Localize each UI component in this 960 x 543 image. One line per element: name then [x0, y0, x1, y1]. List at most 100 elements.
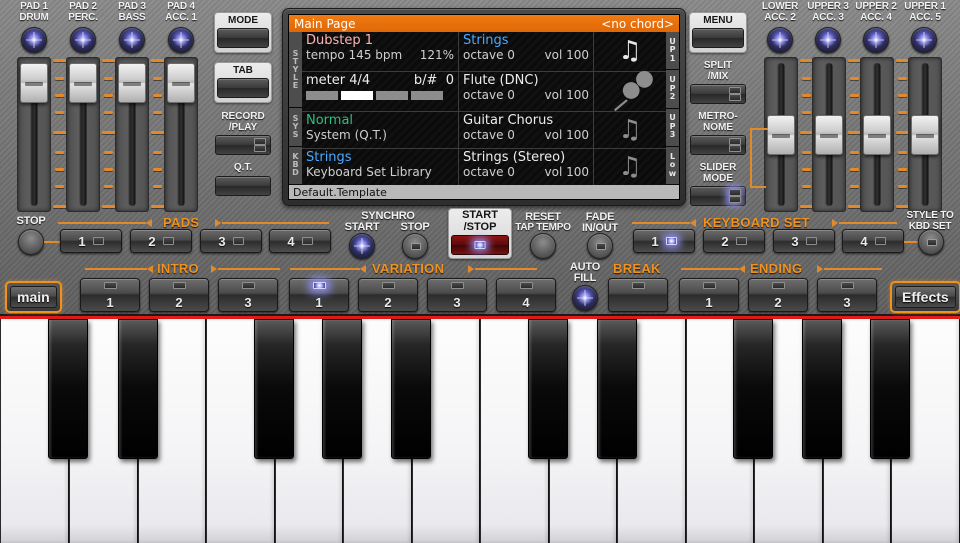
meter-cell[interactable]: meter 4/4 b/# 0	[302, 72, 459, 111]
style-cell[interactable]: Dubstep 1 tempo 145 bpm 121%	[302, 32, 459, 71]
menu-button[interactable]: MENU	[689, 12, 747, 53]
effects-button[interactable]: Effects	[890, 281, 960, 313]
black-key[interactable]	[528, 319, 568, 459]
ending-button-2[interactable]: 2	[748, 278, 808, 312]
start-stop-button[interactable]: START /STOP	[448, 208, 512, 259]
fade-in-out-knob[interactable]	[587, 233, 613, 259]
intro-1-led	[104, 282, 117, 289]
pad3-knob[interactable]	[119, 27, 145, 53]
pad1-knob[interactable]	[21, 27, 47, 53]
slider-pad4[interactable]	[164, 57, 198, 212]
rail-kbd: KBD	[289, 147, 302, 186]
slider-upper2-acc4[interactable]	[860, 57, 894, 212]
black-key[interactable]	[48, 319, 88, 459]
pad2-knob[interactable]	[70, 27, 96, 53]
black-key[interactable]	[802, 319, 842, 459]
black-key[interactable]	[322, 319, 362, 459]
variation-button-3[interactable]: 3	[427, 278, 487, 312]
black-key[interactable]	[391, 319, 431, 459]
display-row-meter[interactable]: meter 4/4 b/# 0	[302, 72, 666, 112]
measure-progress	[306, 91, 454, 100]
display-row-style[interactable]: Dubstep 1 tempo 145 bpm 121% Strings oct…	[302, 32, 666, 72]
upper3-acc3-knob[interactable]	[815, 27, 841, 53]
black-key[interactable]	[597, 319, 637, 459]
stop-knob[interactable]	[18, 229, 44, 255]
music-note-icon: ♫	[618, 38, 641, 64]
intro-line-left	[85, 268, 147, 270]
track-up3-cell[interactable]: Guitar Chorus octave 0 vol 100	[459, 112, 594, 148]
rail-up2: UP2	[666, 70, 679, 108]
black-key[interactable]	[733, 319, 773, 459]
variation-button-1[interactable]: 1	[289, 278, 349, 312]
style-to-kbd-knob[interactable]	[918, 229, 944, 255]
slider-mode-button[interactable]: SLIDER MODE	[689, 163, 747, 206]
kbd-cell[interactable]: Strings Keyboard Set Library	[302, 149, 459, 185]
intro-button-3[interactable]: 3	[218, 278, 278, 312]
track-low-params: octave 0 vol 100	[463, 165, 589, 179]
intro-button-1[interactable]: 1	[80, 278, 140, 312]
track-up1-cell[interactable]: Strings octave 0 vol 100	[459, 32, 594, 71]
ending-button-1[interactable]: 1	[679, 278, 739, 312]
pad-button-1[interactable]: 1	[60, 229, 122, 253]
style-name: Dubstep 1	[306, 33, 454, 48]
variation-button-2[interactable]: 2	[358, 278, 418, 312]
record-play-button[interactable]: RECORD /PLAY	[214, 112, 272, 155]
slider-upper1-acc5[interactable]	[908, 57, 942, 212]
variation-4-num: 4	[522, 295, 529, 310]
page-title: Main Page	[294, 17, 356, 31]
keyboard-set-3[interactable]: 3	[773, 229, 835, 253]
pad-button-3[interactable]: 3	[200, 229, 262, 253]
variation-button-4[interactable]: 4	[496, 278, 556, 312]
track-up3-octave: octave 0	[463, 128, 515, 142]
upper1-acc5-knob[interactable]	[911, 27, 937, 53]
ending-button-3[interactable]: 3	[817, 278, 877, 312]
ending-3-num: 3	[843, 295, 850, 310]
slider-pad2[interactable]	[66, 57, 100, 212]
display-right-rail: UP1 UP2 UP3 Low	[666, 32, 679, 185]
keyboard-set-2[interactable]: 2	[703, 229, 765, 253]
sys-cell[interactable]: Normal System (Q.T.)	[302, 112, 459, 148]
track-up2-vol: vol 100	[545, 88, 590, 102]
pad-button-2-led	[163, 237, 174, 245]
qt-button[interactable]: Q.T.	[214, 163, 272, 196]
metronome-button[interactable]: METRO- NOME	[689, 112, 747, 155]
intro-button-2[interactable]: 2	[149, 278, 209, 312]
black-key[interactable]	[118, 319, 158, 459]
record-play-led	[254, 138, 264, 152]
pad-button-3-num: 3	[218, 234, 225, 249]
black-key[interactable]	[254, 319, 294, 459]
upper2-acc4-label: UPPER 2ACC. 4	[849, 2, 903, 23]
break-button[interactable]	[608, 278, 668, 312]
keyboard-set-1[interactable]: 1	[633, 229, 695, 253]
main-button[interactable]: main	[5, 281, 62, 313]
pad-button-2[interactable]: 2	[130, 229, 192, 253]
upper2-acc4-knob[interactable]	[863, 27, 889, 53]
slider-mode-wire	[750, 128, 752, 188]
music-note-icon: ♫	[618, 117, 641, 143]
reset-tap-tempo-knob[interactable]	[530, 233, 556, 259]
slider-pad1[interactable]	[17, 57, 51, 212]
pad4-knob[interactable]	[168, 27, 194, 53]
pad-button-4[interactable]: 4	[269, 229, 331, 253]
mode-button[interactable]: MODE	[214, 12, 272, 53]
black-key[interactable]	[870, 319, 910, 459]
synchro-stop-knob[interactable]	[402, 233, 428, 259]
keyboard-set-4[interactable]: 4	[842, 229, 904, 253]
lcd-screen[interactable]: Main Page <no chord> STYLE SYS KBD	[288, 14, 680, 200]
slider-pad3[interactable]	[115, 57, 149, 212]
display-row-sys[interactable]: Normal System (Q.T.) Guitar Chorus octav…	[302, 112, 666, 149]
tab-button[interactable]: TAB	[214, 62, 272, 103]
slider-lower-acc2[interactable]	[764, 57, 798, 212]
synchro-start-knob[interactable]	[349, 233, 375, 259]
track-low-cell[interactable]: Strings (Stereo) octave 0 vol 100	[459, 149, 594, 185]
slider-mode-wire-bot	[750, 186, 766, 188]
track-up2-cell[interactable]: Flute (DNC) octave 0 vol 100	[459, 72, 594, 111]
slider-upper3-acc3[interactable]	[812, 57, 846, 212]
lower-acc2-knob[interactable]	[767, 27, 793, 53]
auto-fill-knob[interactable]	[572, 285, 598, 311]
auto-fill-label: AUTOFILL	[563, 262, 607, 283]
segment-2	[341, 91, 373, 100]
piano-keyboard[interactable]	[0, 316, 960, 540]
display-row-kbd[interactable]: Strings Keyboard Set Library Strings (St…	[302, 149, 666, 185]
split-mix-button[interactable]: SPLIT /MIX	[689, 61, 747, 104]
